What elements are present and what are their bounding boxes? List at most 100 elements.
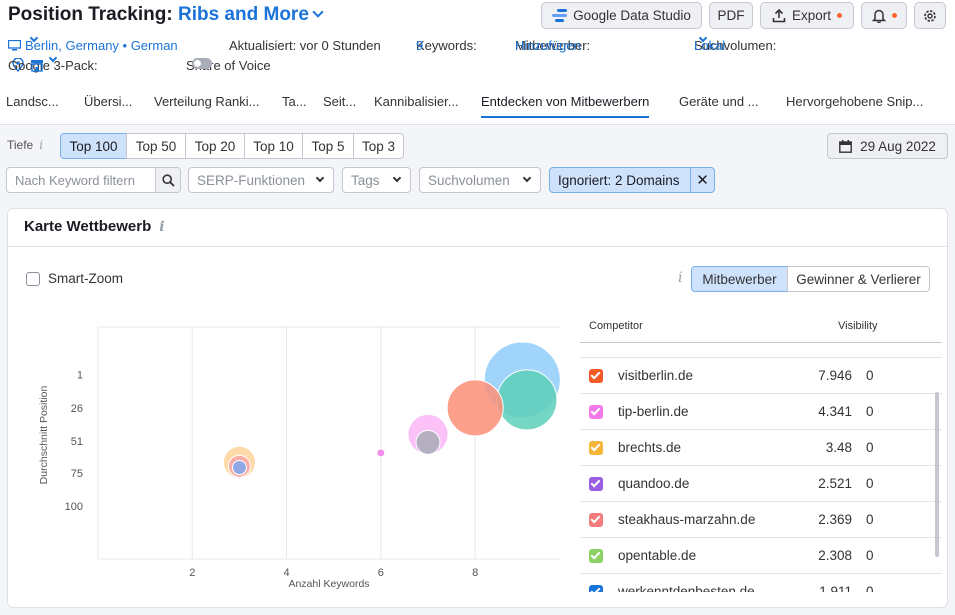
visibility-change: 0 — [866, 512, 874, 527]
x-tick-label: 8 — [472, 567, 478, 579]
tab-landscape[interactable]: Landsc... — [6, 94, 59, 109]
tab-competitors-discovery[interactable]: Entdecken von Mitbewerbern — [481, 94, 650, 118]
pdf-label: PDF — [717, 8, 745, 23]
competitor-checkbox[interactable] — [589, 405, 603, 419]
competitive-map-card: Karte Wettbewerb i Smart-Zoom i Mitbewerb… — [7, 208, 948, 608]
table-row[interactable] — [580, 322, 942, 358]
visibility-value: 1.911 — [819, 584, 852, 592]
chevron-down-icon — [312, 6, 324, 18]
search-button[interactable] — [155, 167, 181, 193]
tab-overview[interactable]: Übersi... — [84, 94, 132, 109]
gds-label: Google Data Studio — [573, 8, 691, 23]
serp-features-dropdown[interactable]: SERP-Funktionen — [188, 167, 334, 193]
tags-label: Tags — [351, 172, 380, 188]
store-icon — [31, 60, 43, 72]
chart-bubble[interactable] — [415, 429, 441, 455]
tab-devices[interactable]: Geräte und ... — [679, 94, 759, 109]
y-tick-label: 75 — [71, 468, 83, 480]
smart-zoom-checkbox[interactable] — [26, 272, 40, 286]
x-tick-label: 6 — [378, 567, 384, 579]
table-row[interactable]: brechts.de 3.48 0 — [580, 430, 942, 466]
add-competitor-link[interactable]: Hinzufügen — [515, 38, 581, 53]
local-pack-selector[interactable] — [24, 53, 58, 73]
keywords-count[interactable]: 9 — [416, 38, 423, 53]
share-of-voice-toggle[interactable] — [192, 58, 212, 69]
competitors-table: Competitor Visibility visitberlin.de 7.94… — [580, 312, 945, 592]
depth-top-100[interactable]: Top 100 — [60, 133, 127, 159]
competitor-checkbox[interactable] — [589, 441, 603, 455]
chart-bubble[interactable] — [496, 369, 558, 431]
table-row[interactable]: quandoo.de 2.521 0 — [580, 466, 942, 502]
pdf-button[interactable]: PDF — [709, 2, 753, 29]
title-prefix: Position Tracking: — [8, 4, 173, 25]
x-tick-label: 2 — [189, 567, 195, 579]
bell-icon — [871, 9, 886, 23]
competitor-domain: steakhaus-marzahn.de — [618, 512, 756, 527]
depth-top-5[interactable]: Top 5 — [302, 133, 354, 159]
keyword-filter-input[interactable]: Nach Keyword filtern — [6, 167, 156, 193]
ignored-domains-label: Ignoriert: 2 Domains — [558, 172, 680, 188]
visibility-value: 7.946 — [818, 368, 852, 383]
visibility-change: 0 — [866, 476, 874, 491]
info-icon[interactable]: i — [159, 219, 164, 235]
chart-bubbles — [222, 341, 561, 479]
chart-bubble[interactable] — [231, 460, 247, 476]
google-data-studio-button[interactable]: Google Data Studio — [541, 2, 702, 29]
visibility-value: 4.341 — [818, 404, 852, 419]
visibility-change: 0 — [866, 440, 874, 455]
competitor-checkbox[interactable] — [589, 369, 603, 383]
location-label: Berlin, Germany • German — [25, 38, 178, 53]
competitor-checkbox[interactable] — [589, 549, 603, 563]
tab-rankings-distribution[interactable]: Verteilung Ranki... — [154, 94, 260, 109]
table-row[interactable]: opentable.de 2.308 0 — [580, 538, 942, 574]
depth-top-50[interactable]: Top 50 — [126, 133, 186, 159]
notification-badge-dot — [891, 13, 897, 18]
competitor-checkbox[interactable] — [589, 513, 603, 527]
toggle-winners-losers[interactable]: Gewinner & Verlierer — [787, 266, 930, 292]
close-icon[interactable]: ✕ — [690, 168, 714, 192]
toggle-competitors[interactable]: Mitbewerber — [691, 266, 788, 292]
tab-pages[interactable]: Seit... — [323, 94, 356, 109]
x-tick-label: 4 — [284, 567, 290, 579]
bubble-chart: Durchschnitt Position Anzahl Keywords 2 4… — [38, 326, 561, 590]
table-scrollbar[interactable] — [935, 392, 939, 557]
table-row[interactable]: steakhaus-marzahn.de 2.369 0 — [580, 502, 942, 538]
competitor-domain: werkenntdenbesten.de — [618, 584, 755, 592]
ignored-domains-chip[interactable]: Ignoriert: 2 Domains ✕ — [549, 167, 715, 193]
settings-button[interactable] — [914, 2, 946, 29]
tab-tags[interactable]: Ta... — [282, 94, 307, 109]
x-axis-label: Anzahl Keywords — [288, 578, 369, 590]
serp-label: SERP-Funktionen — [197, 172, 306, 188]
competitor-checkbox[interactable] — [589, 477, 603, 491]
location-selector[interactable]: Berlin, Germany • German — [7, 33, 178, 53]
tags-dropdown[interactable]: Tags — [342, 167, 411, 193]
upload-icon — [772, 8, 786, 22]
gear-icon — [924, 9, 936, 22]
depth-top-3[interactable]: Top 3 — [353, 133, 404, 159]
depth-top-20[interactable]: Top 20 — [185, 133, 245, 159]
tab-featured-snippets[interactable]: Hervorgehobene Snip... — [786, 94, 923, 109]
competitor-checkbox[interactable] — [589, 585, 603, 592]
info-icon[interactable]: i — [39, 138, 43, 152]
calendar-icon — [839, 139, 852, 153]
depth-text: Tiefe — [7, 138, 34, 152]
chart-bubble[interactable] — [376, 448, 386, 458]
table-row[interactable]: werkenntdenbesten.de 1.911 0 — [580, 574, 942, 592]
keywords-label: Keywords: — [416, 38, 477, 53]
top-bar: Position Tracking: Ribs and More Google … — [0, 0, 955, 125]
table-row[interactable]: visitberlin.de 7.946 0 — [580, 358, 942, 394]
updated-label: Aktualisiert: vor 0 Stunden — [229, 38, 381, 53]
y-tick-label: 100 — [65, 501, 83, 513]
depth-top-10[interactable]: Top 10 — [244, 133, 303, 159]
notifications-button[interactable] — [861, 2, 907, 29]
table-row[interactable]: tip-berlin.de 4.341 0 — [580, 394, 942, 430]
visibility-change: 0 — [866, 548, 874, 563]
search-volume-dropdown[interactable]: Suchvolumen — [419, 167, 541, 193]
date-picker-button[interactable]: 29 Aug 2022 — [827, 133, 948, 159]
y-tick-label: 26 — [71, 403, 83, 415]
tab-cannibalization[interactable]: Kannibalisier... — [374, 94, 459, 109]
info-icon[interactable]: i — [678, 270, 682, 286]
project-selector[interactable]: Ribs and More — [178, 4, 324, 25]
chart-bubble[interactable] — [446, 379, 504, 437]
export-button[interactable]: Export — [760, 2, 854, 29]
